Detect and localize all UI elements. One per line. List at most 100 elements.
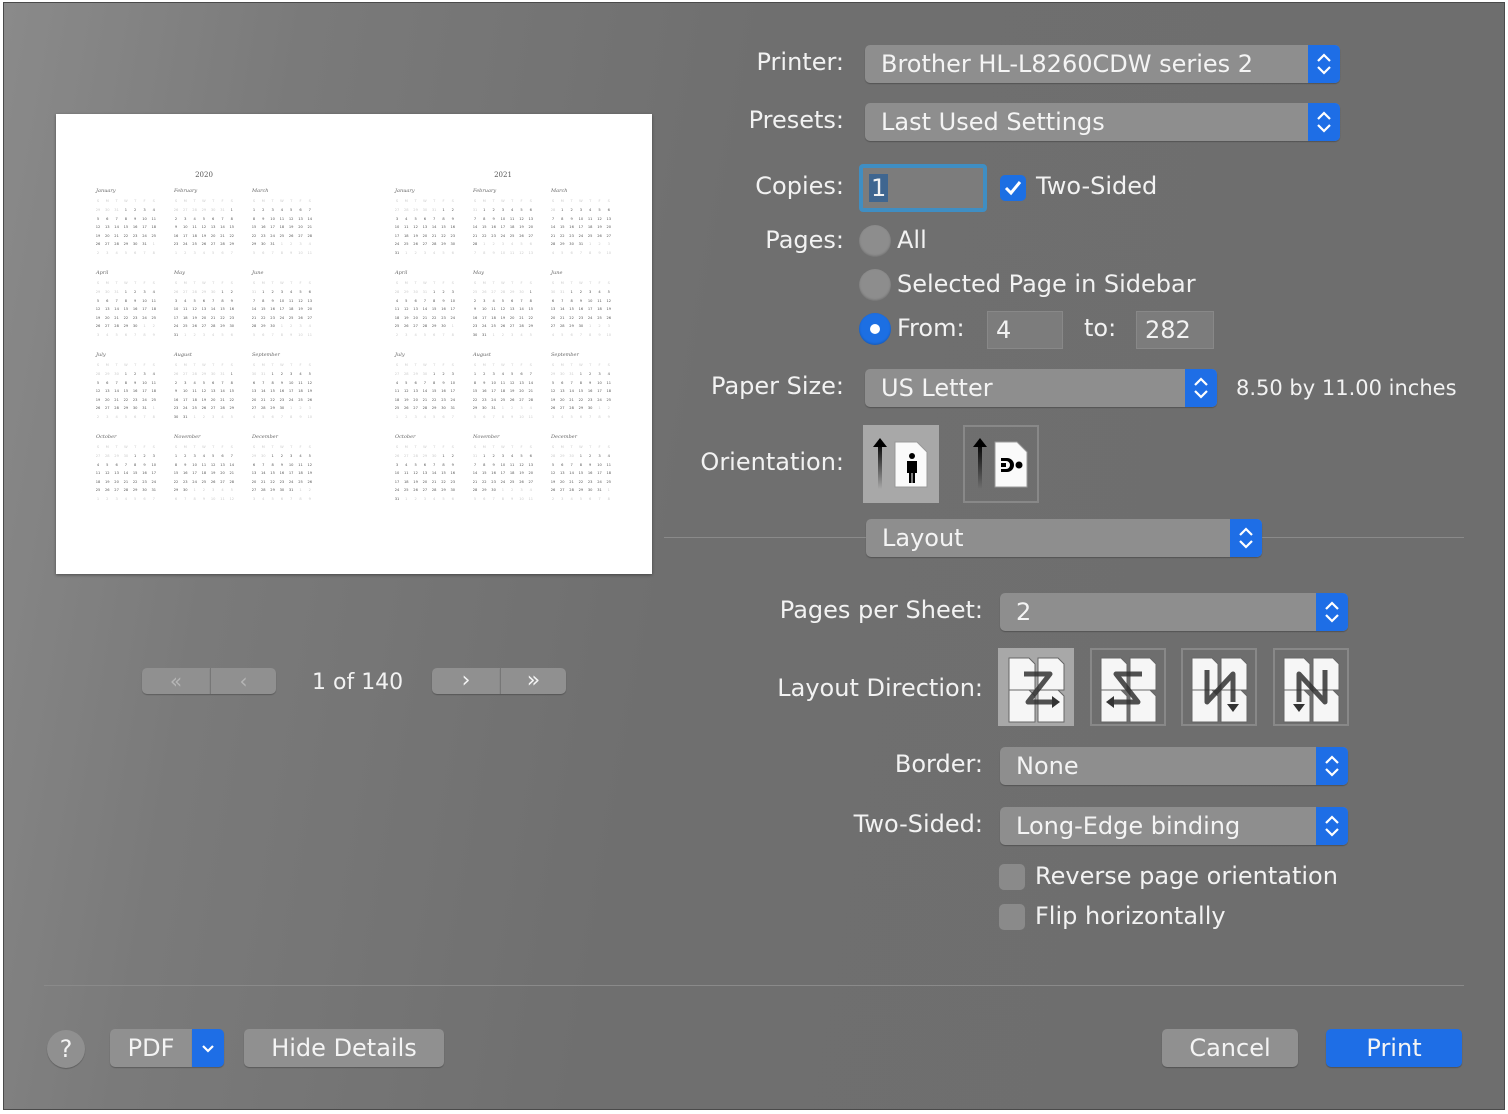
printer-select[interactable]: Brother HL-L8260CDW series 2 [865,45,1340,83]
calendar-day: 16 [229,307,235,312]
calendar-day: 18 [298,389,303,394]
weekday-label: S [174,199,178,203]
calendar-day: 29 [201,372,207,376]
flip-horizontally-checkbox[interactable] [999,904,1025,930]
calendar-day: 5 [221,333,224,337]
month-label: June [551,270,563,276]
calendar-day: 9 [174,225,178,230]
last-page-button[interactable]: » [500,668,566,694]
pages-per-sheet-select[interactable]: 2 [1000,593,1348,631]
paper-size-select[interactable]: US Letter [865,369,1217,407]
calendar-day: 22 [123,315,129,320]
calendar-day: 2 [96,415,100,419]
pages-to-input[interactable]: 282 [1136,311,1214,349]
calendar-day: 27 [491,290,496,294]
calendar-day: 15 [528,307,534,312]
calendar-day: 17 [578,225,584,230]
calendar-day: 11 [192,389,197,394]
calendar-day: 5 [561,333,564,337]
calendar-day: 5 [473,415,477,419]
calendar-day: 13 [210,389,216,394]
layout-direction-reverse-z-button[interactable] [1090,648,1166,726]
calendar-day: 1 [262,290,265,294]
cancel-button[interactable]: Cancel [1162,1029,1298,1067]
copies-input[interactable]: 1 [859,164,987,212]
calendar-day: 7 [589,415,592,419]
calendar-day: 22 [132,479,138,484]
calendar-day: 28 [123,488,129,493]
calendar-day: 5 [134,497,137,501]
calendar-day: 9 [598,333,601,337]
pages-range-radio[interactable] [859,313,891,345]
layout-direction-reverse-n-button[interactable] [1181,648,1257,726]
calendar-day: 28 [220,406,225,411]
weekday-label: S [308,445,311,449]
calendar-day: 9 [152,333,155,337]
calendar-day: 22 [220,315,225,320]
calendar-day: 27 [519,397,524,402]
orientation-landscape-button[interactable] [963,425,1039,503]
calendar-day: 6 [221,251,224,255]
layout-direction-n-button[interactable] [1273,648,1349,726]
calendar-day: 1 [252,208,256,212]
calendar-day: 11 [151,380,157,385]
help-button[interactable]: ? [47,1030,85,1068]
next-page-button[interactable]: › [432,668,500,694]
calendar-day: 2 [551,497,555,501]
calendar-day: 6 [221,454,224,458]
calendar-day: 8 [589,251,592,255]
calendar-day: 24 [491,397,496,402]
calendar-day: 30 [123,454,129,458]
calendar-day: 6 [252,462,256,467]
pages-from-input[interactable]: 4 [987,311,1063,349]
weekday-label: F [143,281,146,285]
calendar-day: 22 [472,397,478,402]
calendar-day: 1 [124,372,128,376]
calendar-day: 11 [606,462,612,467]
weekday-label: S [230,281,233,285]
calendar-day: 3 [184,216,187,221]
calendar-day: 11 [528,415,534,419]
calendar-day: 15 [123,389,129,394]
layout-direction-z-button[interactable] [998,648,1074,726]
border-select[interactable]: None [1000,747,1348,785]
weekday-label: F [520,281,523,285]
calendar-day: 24 [270,233,275,238]
weekday-label: S [395,199,399,203]
calendar-day: 19 [95,315,101,320]
calendar-day: 31 [491,406,496,411]
calendar-day: 18 [151,307,157,312]
hide-details-button[interactable]: Hide Details [244,1029,444,1067]
previous-page-button[interactable]: ‹ [210,668,276,694]
presets-select[interactable]: Last Used Settings [865,103,1340,141]
calendar-day: 5 [252,333,256,337]
calendar-day: 24 [587,315,593,320]
calendar-day: 14 [220,389,225,394]
calendar-day: 11 [95,471,101,476]
two-sided-checkbox[interactable] [1000,175,1026,201]
calendar-day: 31 [173,333,179,337]
month-label: November [473,434,500,440]
two-sided-binding-select[interactable]: Long-Edge binding [1000,807,1348,845]
orientation-portrait-button[interactable] [863,425,939,503]
pdf-button[interactable]: PDF [110,1029,192,1067]
calendar-day: 23 [441,315,446,320]
calendar-day: 3 [395,462,399,467]
first-page-button[interactable]: « [142,668,210,694]
reverse-orientation-checkbox[interactable] [999,864,1025,890]
calendar-day: 22 [229,233,235,238]
calendar-day: 11 [528,497,534,501]
section-select[interactable]: Layout [866,519,1262,557]
pages-selected-radio[interactable] [859,269,891,301]
calendar-day: 3 [414,415,417,419]
flip-horizontally-label: Flip horizontally [1035,902,1226,930]
calendar-day: 8 [124,216,128,221]
print-button[interactable]: Print [1326,1029,1462,1067]
calendar-day: 28 [105,454,110,458]
weekday-label: F [221,445,224,449]
calendar-day: 15 [132,471,138,476]
calendar-day: 21 [431,233,437,238]
pages-all-radio[interactable] [859,225,891,257]
pdf-menu-button[interactable] [192,1029,224,1067]
weekday-label: F [299,199,302,203]
